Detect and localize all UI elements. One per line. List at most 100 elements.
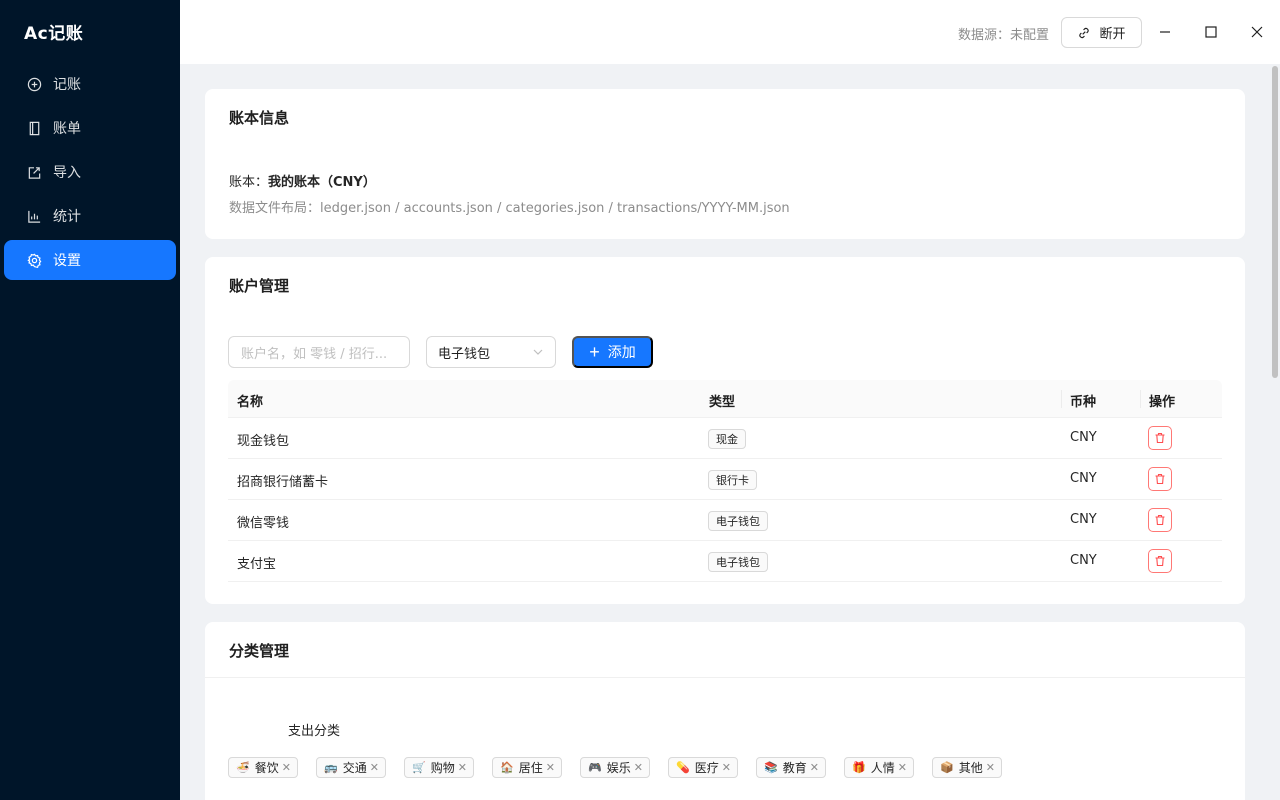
sidebar-item-record[interactable]: 记账	[4, 64, 176, 104]
account-name-cell: 支付宝	[237, 557, 277, 572]
scrollbar-thumb[interactable]	[1272, 66, 1278, 378]
accounts-card: 账户管理 账户名，如 零钱 / 招行... 电子钱包 + 添加 名称 类型 币种…	[205, 257, 1245, 604]
category-emoji-icon: 🍜	[236, 761, 250, 774]
category-label: 交通	[342, 761, 367, 775]
minimize-icon	[1160, 31, 1170, 33]
plus-circle-icon	[27, 77, 42, 91]
app-brand: Ac记账	[24, 24, 84, 44]
trash-icon	[1155, 555, 1165, 567]
category-emoji-icon: 🛒	[412, 761, 426, 774]
account-type-select[interactable]: 电子钱包	[426, 336, 556, 368]
minimize-button[interactable]	[1155, 22, 1175, 42]
card-title: 分类管理	[229, 642, 290, 660]
account-name-cell: 招商银行储蓄卡	[237, 475, 329, 490]
category-emoji-icon: 🚌	[324, 761, 338, 774]
ledger-name: 我的账本（CNY）	[268, 175, 376, 190]
remove-category-icon[interactable]: ✕	[282, 761, 291, 774]
datasource-status: 数据源：未配置	[957, 28, 1049, 43]
category-emoji-icon: 📚	[764, 761, 778, 774]
category-tag[interactable]: 🏠 居住 ✕	[492, 757, 562, 778]
category-label: 购物	[430, 761, 455, 775]
accounts-table: 名称 类型 币种 操作 现金钱包 现金 CNY 招商银行储蓄卡 银行卡 CNY 微信零钱 电子…	[228, 380, 1222, 582]
main-scrollbar[interactable]	[1270, 64, 1280, 800]
remove-category-icon[interactable]: ✕	[546, 761, 555, 774]
remove-category-icon[interactable]: ✕	[634, 761, 643, 774]
category-emoji-icon: 📦	[940, 761, 954, 774]
delete-account-button[interactable]	[1148, 467, 1172, 491]
column-divider	[1061, 390, 1062, 408]
sidebar: Ac记账 记账 账单 导入 统计 设置	[0, 0, 180, 800]
data-layout-text: 数据文件布局：ledger.json / accounts.json / cat…	[229, 201, 790, 216]
category-tag[interactable]: 🚌 交通 ✕	[316, 757, 386, 778]
remove-category-icon[interactable]: ✕	[458, 761, 467, 774]
sidebar-item-label: 设置	[53, 253, 81, 269]
table-row: 微信零钱 电子钱包 CNY	[228, 500, 1222, 541]
category-label: 教育	[782, 761, 807, 775]
delete-account-button[interactable]	[1148, 508, 1172, 532]
category-label: 医疗	[694, 761, 719, 775]
account-type-tag: 电子钱包	[708, 511, 768, 531]
sidebar-item-settings[interactable]: 设置	[4, 240, 176, 280]
category-tag[interactable]: 📚 教育 ✕	[756, 757, 826, 778]
chevron-down-icon	[533, 349, 543, 355]
category-emoji-icon: 💊	[676, 761, 690, 774]
sidebar-item-bills[interactable]: 账单	[4, 108, 176, 148]
sidebar-item-stats[interactable]: 统计	[4, 196, 176, 236]
gear-icon	[27, 253, 42, 268]
category-label: 餐饮	[254, 761, 279, 775]
book-icon	[29, 121, 40, 135]
account-currency-cell: CNY	[1070, 512, 1097, 527]
link-broken-icon	[1079, 27, 1090, 38]
table-body: 现金钱包 现金 CNY 招商银行储蓄卡 银行卡 CNY 微信零钱 电子钱包 CNY 支付宝 电子钱包…	[228, 418, 1222, 582]
table-header: 名称 类型 币种 操作	[228, 380, 1222, 418]
delete-account-button[interactable]	[1148, 426, 1172, 450]
column-header-name: 名称	[237, 395, 264, 410]
ledger-name-line: 账本：我的账本（CNY）	[229, 171, 376, 190]
category-tag[interactable]: 🎁 人情 ✕	[844, 757, 914, 778]
card-title: 账本信息	[229, 109, 290, 127]
account-currency-cell: CNY	[1070, 471, 1097, 486]
remove-category-icon[interactable]: ✕	[722, 761, 731, 774]
category-emoji-icon: 🎁	[852, 761, 866, 774]
account-currency-cell: CNY	[1070, 553, 1097, 568]
category-tag[interactable]: 🎮 娱乐 ✕	[580, 757, 650, 778]
disconnect-label: 断开	[1099, 26, 1126, 41]
ledger-prefix: 账本：	[229, 175, 269, 190]
remove-category-icon[interactable]: ✕	[986, 761, 995, 774]
sidebar-item-label: 导入	[53, 165, 81, 181]
add-label: 添加	[607, 344, 636, 360]
category-tag[interactable]: 📦 其他 ✕	[932, 757, 1002, 778]
remove-category-icon[interactable]: ✕	[810, 761, 819, 774]
category-label: 居住	[518, 761, 543, 775]
delete-account-button[interactable]	[1148, 549, 1172, 573]
table-row: 支付宝 电子钱包 CNY	[228, 541, 1222, 582]
close-icon	[1251, 26, 1263, 38]
remove-category-icon[interactable]: ✕	[370, 761, 379, 774]
add-account-button[interactable]: + 添加	[572, 336, 653, 368]
expense-categories-label: 支出分类	[288, 724, 341, 739]
maximize-icon	[1205, 26, 1217, 38]
sidebar-item-import[interactable]: 导入	[4, 152, 176, 192]
remove-category-icon[interactable]: ✕	[898, 761, 907, 774]
categories-card: 分类管理 支出分类 🍜 餐饮 ✕ 🚌 交通 ✕ 🛒 购物 ✕ 🏠 居住 ✕ 🎮 娱乐 ✕ 💊 医疗 ✕ 📚 教育 ✕ 🎁 人…	[205, 622, 1245, 800]
close-window-button[interactable]	[1247, 22, 1267, 42]
maximize-button[interactable]	[1201, 22, 1221, 42]
card-divider	[205, 677, 1245, 678]
sidebar-item-label: 记账	[53, 77, 81, 93]
category-tag[interactable]: 🛒 购物 ✕	[404, 757, 474, 778]
sidebar-item-label: 统计	[53, 209, 81, 225]
category-tag[interactable]: 🍜 餐饮 ✕	[228, 757, 298, 778]
column-header-currency: 币种	[1070, 395, 1097, 410]
column-divider	[1140, 390, 1141, 408]
account-name-input[interactable]: 账户名，如 零钱 / 招行...	[228, 336, 410, 368]
trash-icon	[1155, 514, 1165, 526]
account-currency-cell: CNY	[1070, 430, 1097, 445]
plus-icon: +	[589, 342, 600, 362]
category-tag[interactable]: 💊 医疗 ✕	[668, 757, 738, 778]
account-type-tag: 现金	[708, 429, 746, 449]
trash-icon	[1155, 432, 1165, 444]
disconnect-button[interactable]: 断开	[1061, 17, 1142, 48]
table-row: 招商银行储蓄卡 银行卡 CNY	[228, 459, 1222, 500]
account-type-tag: 银行卡	[708, 470, 757, 490]
ledger-info-card: 账本信息 账本：我的账本（CNY） 数据文件布局：ledger.json / a…	[205, 89, 1245, 239]
